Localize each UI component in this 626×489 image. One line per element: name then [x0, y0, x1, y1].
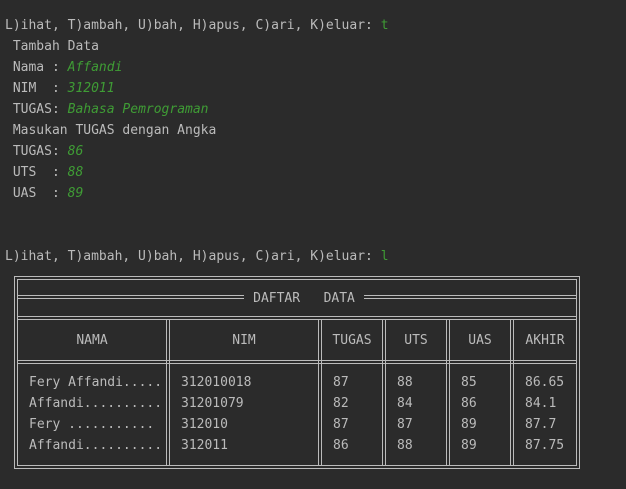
- cell-uts: 88: [397, 438, 413, 453]
- uas-line: UAS : 89: [5, 183, 83, 204]
- header-uas: UAS: [468, 333, 492, 348]
- cell-tugas: 86: [333, 438, 349, 453]
- tambah-title: Tambah Data: [5, 39, 99, 54]
- nama-line: Nama : Affandi: [5, 57, 123, 78]
- header-nama: NAMA: [76, 333, 108, 348]
- cell-akhir: 87.7: [525, 417, 557, 432]
- menu-prompt-line: L)ihat, T)ambah, U)bah, H)apus, C)ari, K…: [5, 15, 389, 36]
- menu-prompt-2: L)ihat, T)ambah, U)bah, H)apus, C)ari, K…: [5, 249, 381, 264]
- table-title: DAFTAR DATA: [244, 288, 364, 309]
- cell-tugas: 82: [333, 396, 349, 411]
- tugas-score-line: TUGAS: 86: [5, 141, 83, 162]
- cell-tugas: 87: [333, 375, 349, 390]
- tugas-line: TUGAS: Bahasa Pemrograman: [5, 99, 209, 120]
- cell-nim: 312011: [181, 438, 228, 453]
- cell-tugas: 87: [333, 417, 349, 432]
- menu-prompt-line-2: L)ihat, T)ambah, U)bah, H)apus, C)ari, K…: [5, 246, 389, 267]
- cell-akhir: 84.1: [525, 396, 557, 411]
- header-tugas: TUGAS: [332, 333, 372, 348]
- cell-uas: 85: [461, 375, 477, 390]
- uts-value: 88: [67, 165, 84, 180]
- cell-uts: 84: [397, 396, 413, 411]
- tugas-score-value: 86: [67, 144, 84, 159]
- daftar-data-table: DAFTAR DATA NAMA NIM TUGAS UTS UAS AKHIR…: [14, 276, 581, 470]
- masukan-line: Masukan TUGAS dengan Angka: [5, 123, 217, 138]
- cell-uts: 87: [397, 417, 413, 432]
- nim-value: 312011: [67, 81, 115, 96]
- nim-label: NIM :: [5, 81, 68, 96]
- uts-line: UTS : 88: [5, 162, 83, 183]
- cell-uts: 88: [397, 375, 413, 390]
- header-uts: UTS: [404, 333, 428, 348]
- menu-prompt: L)ihat, T)ambah, U)bah, H)apus, C)ari, K…: [5, 18, 381, 33]
- uas-value: 89: [67, 186, 84, 201]
- nama-label: Nama :: [5, 60, 68, 75]
- cell-uas: 86: [461, 396, 477, 411]
- cell-nama: Fery Affandi.....: [29, 375, 163, 390]
- cell-uas: 89: [461, 417, 477, 432]
- tugas-value: Bahasa Pemrograman: [67, 102, 209, 117]
- cell-nim: 312010018: [181, 375, 252, 390]
- tugas-label: TUGAS:: [5, 102, 68, 117]
- nim-line: NIM : 312011: [5, 78, 115, 99]
- nama-value: Affandi: [67, 60, 123, 75]
- header-akhir: AKHIR: [525, 333, 565, 348]
- cell-akhir: 86.65: [525, 375, 565, 390]
- cell-nama: Affandi..........: [29, 438, 163, 453]
- menu-input-2: l: [380, 249, 389, 264]
- cell-akhir: 87.75: [525, 438, 565, 453]
- cell-nim: 312010: [181, 417, 228, 432]
- uas-label: UAS :: [5, 186, 68, 201]
- cell-uas: 89: [461, 438, 477, 453]
- header-nim: NIM: [232, 333, 256, 348]
- uts-label: UTS :: [5, 165, 68, 180]
- cell-nama: Fery ...........: [29, 417, 155, 432]
- cell-nama: Affandi..........: [29, 396, 163, 411]
- tugas-score-label: TUGAS:: [5, 144, 68, 159]
- cell-nim: 31201079: [181, 396, 244, 411]
- menu-input: t: [380, 18, 389, 33]
